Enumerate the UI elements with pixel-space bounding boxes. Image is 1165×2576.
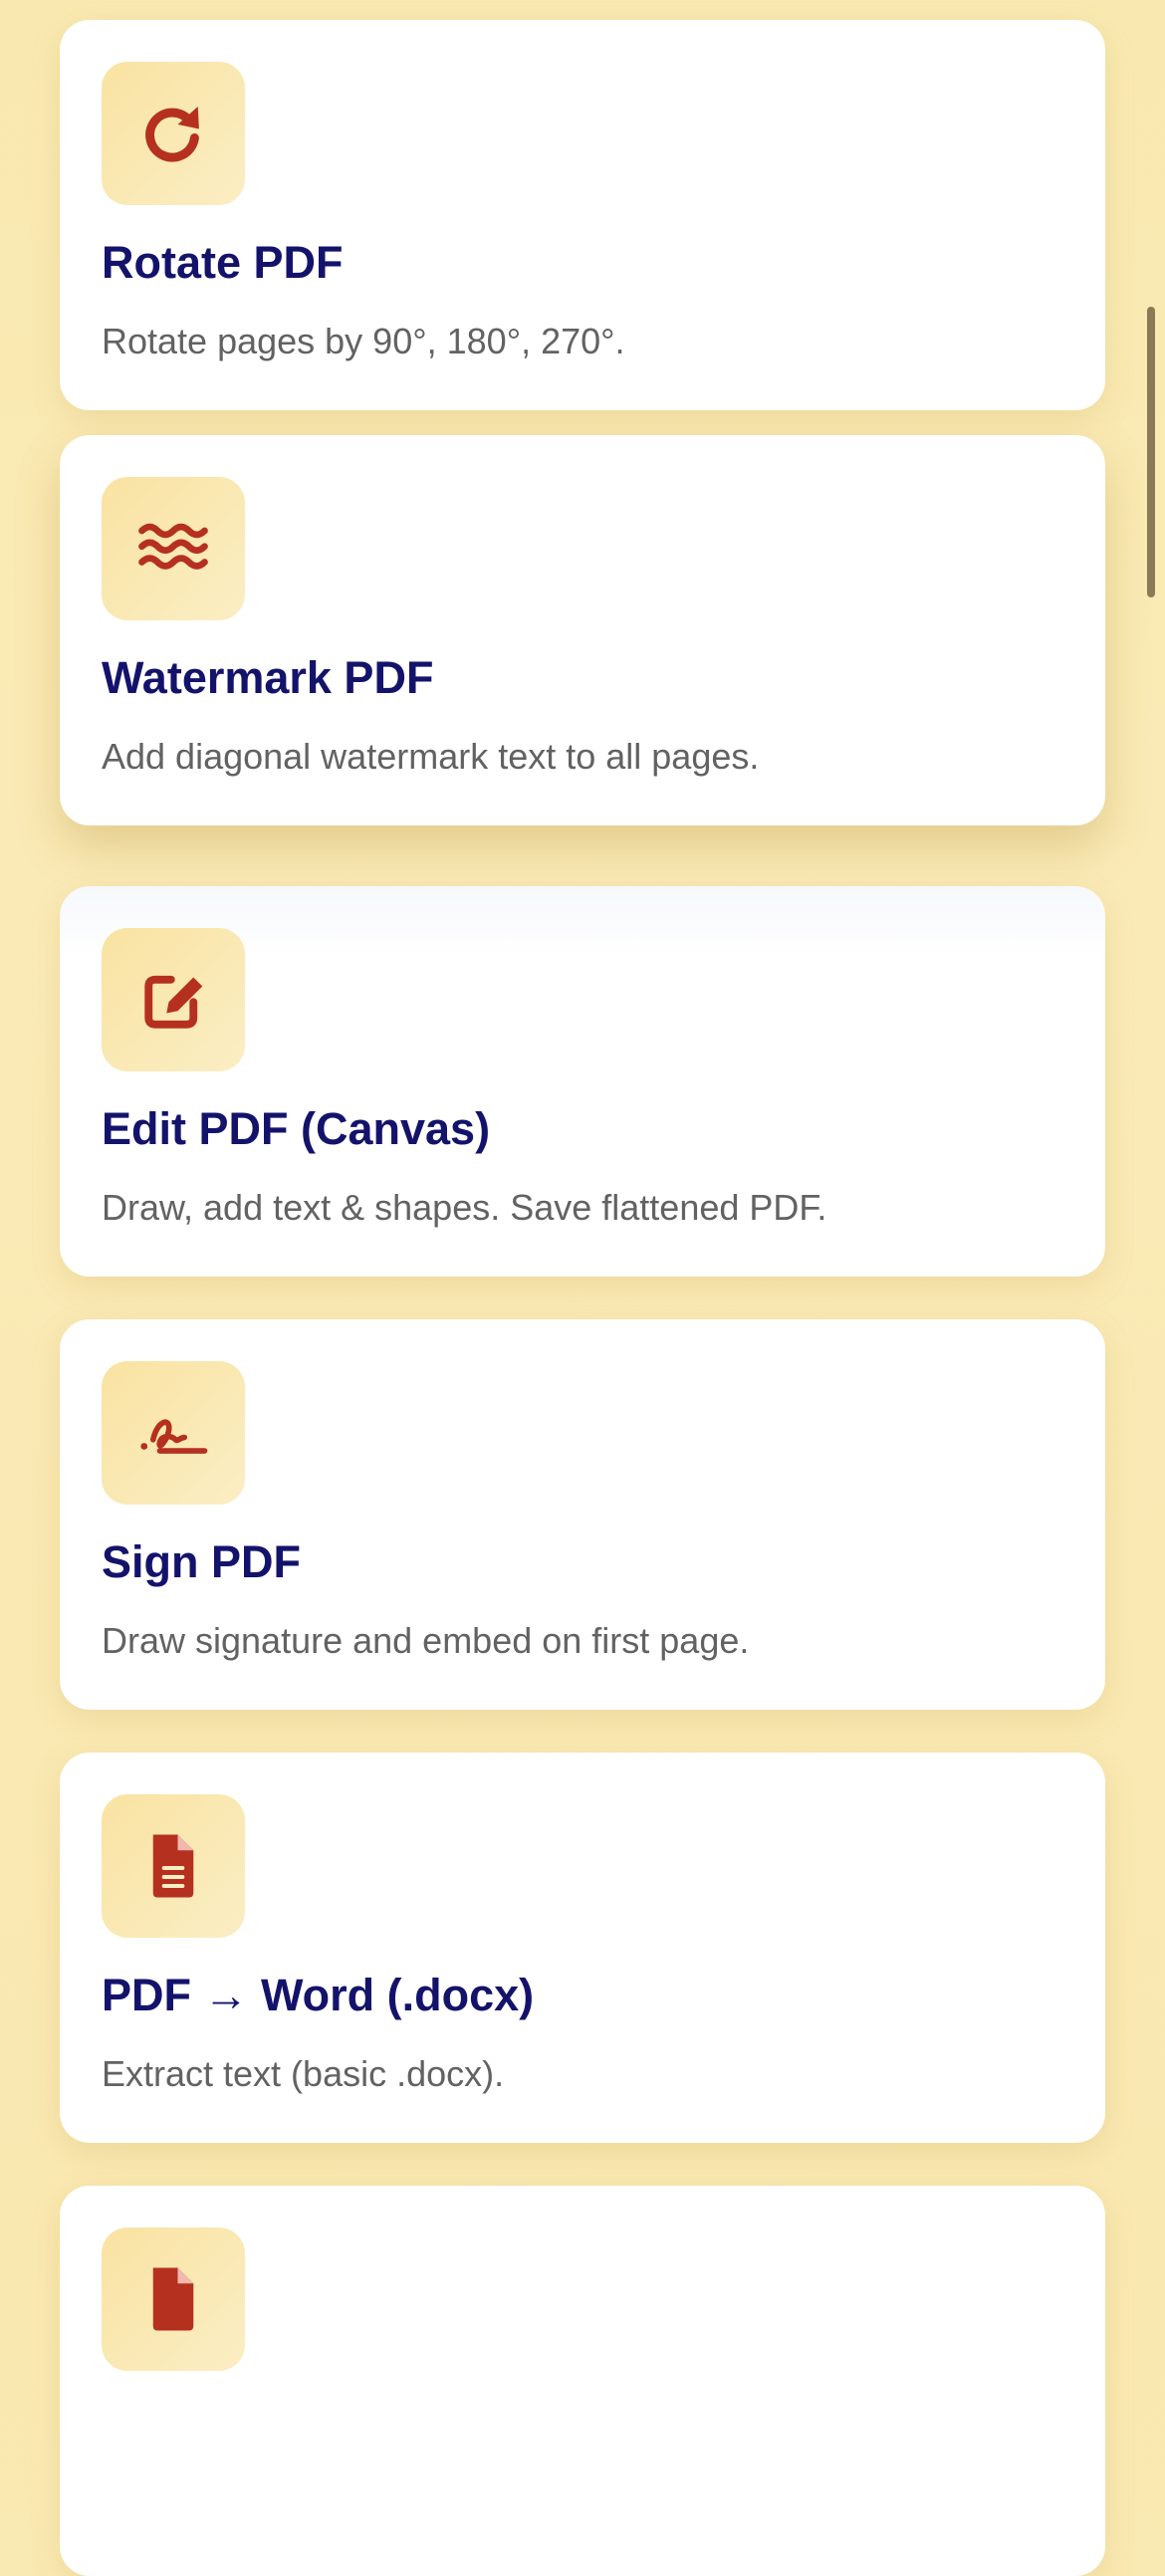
tool-card-rotate-pdf[interactable]: Rotate PDF Rotate pages by 90°, 180°, 27…	[60, 20, 1105, 410]
tool-title: Rotate PDF	[102, 237, 344, 288]
tool-description: Rotate pages by 90°, 180°, 270°.	[102, 321, 625, 361]
tool-description: Add diagonal watermark text to all pages…	[102, 736, 760, 777]
tool-card-pdf-to-word[interactable]: PDF → Word (.docx) Extract text (basic .…	[60, 1753, 1105, 2143]
tool-title: PDF → Word (.docx)	[102, 1970, 535, 2020]
tool-title: Watermark PDF	[102, 652, 434, 703]
tool-card-watermark-pdf[interactable]: Watermark PDF Add diagonal watermark tex…	[60, 435, 1105, 825]
scrollbar-thumb[interactable]	[1147, 307, 1155, 597]
tool-icon-tile	[102, 928, 245, 1071]
tool-card-sign-pdf[interactable]: Sign PDF Draw signature and embed on fir…	[60, 1319, 1105, 1710]
tool-icon-tile	[102, 2227, 245, 2371]
tool-card-list: Rotate PDF Rotate pages by 90°, 180°, 27…	[60, 0, 1105, 2576]
document-icon	[152, 1834, 194, 1898]
tool-description: Draw signature and embed on first page.	[102, 1620, 750, 1661]
tool-description: Extract text (basic .docx).	[102, 2053, 505, 2094]
water-waves-icon	[138, 523, 208, 570]
edit-pen-icon	[144, 975, 203, 1029]
signature-icon	[140, 1419, 208, 1454]
tool-card-edit-pdf[interactable]: Edit PDF (Canvas) Draw, add text & shape…	[60, 886, 1105, 1277]
tool-title: Sign PDF	[102, 1536, 301, 1587]
tool-icon-tile	[102, 62, 245, 205]
tool-icon-tile	[102, 1794, 245, 1938]
tool-description: Draw, add text & shapes. Save flattened …	[102, 1187, 827, 1228]
tool-title: Edit PDF (Canvas)	[102, 1103, 491, 1154]
tool-card-next[interactable]	[60, 2186, 1105, 2576]
tool-icon-tile	[102, 1361, 245, 1505]
document-icon	[152, 2267, 194, 2331]
tool-icon-tile	[102, 477, 245, 620]
rotate-icon	[145, 107, 199, 162]
